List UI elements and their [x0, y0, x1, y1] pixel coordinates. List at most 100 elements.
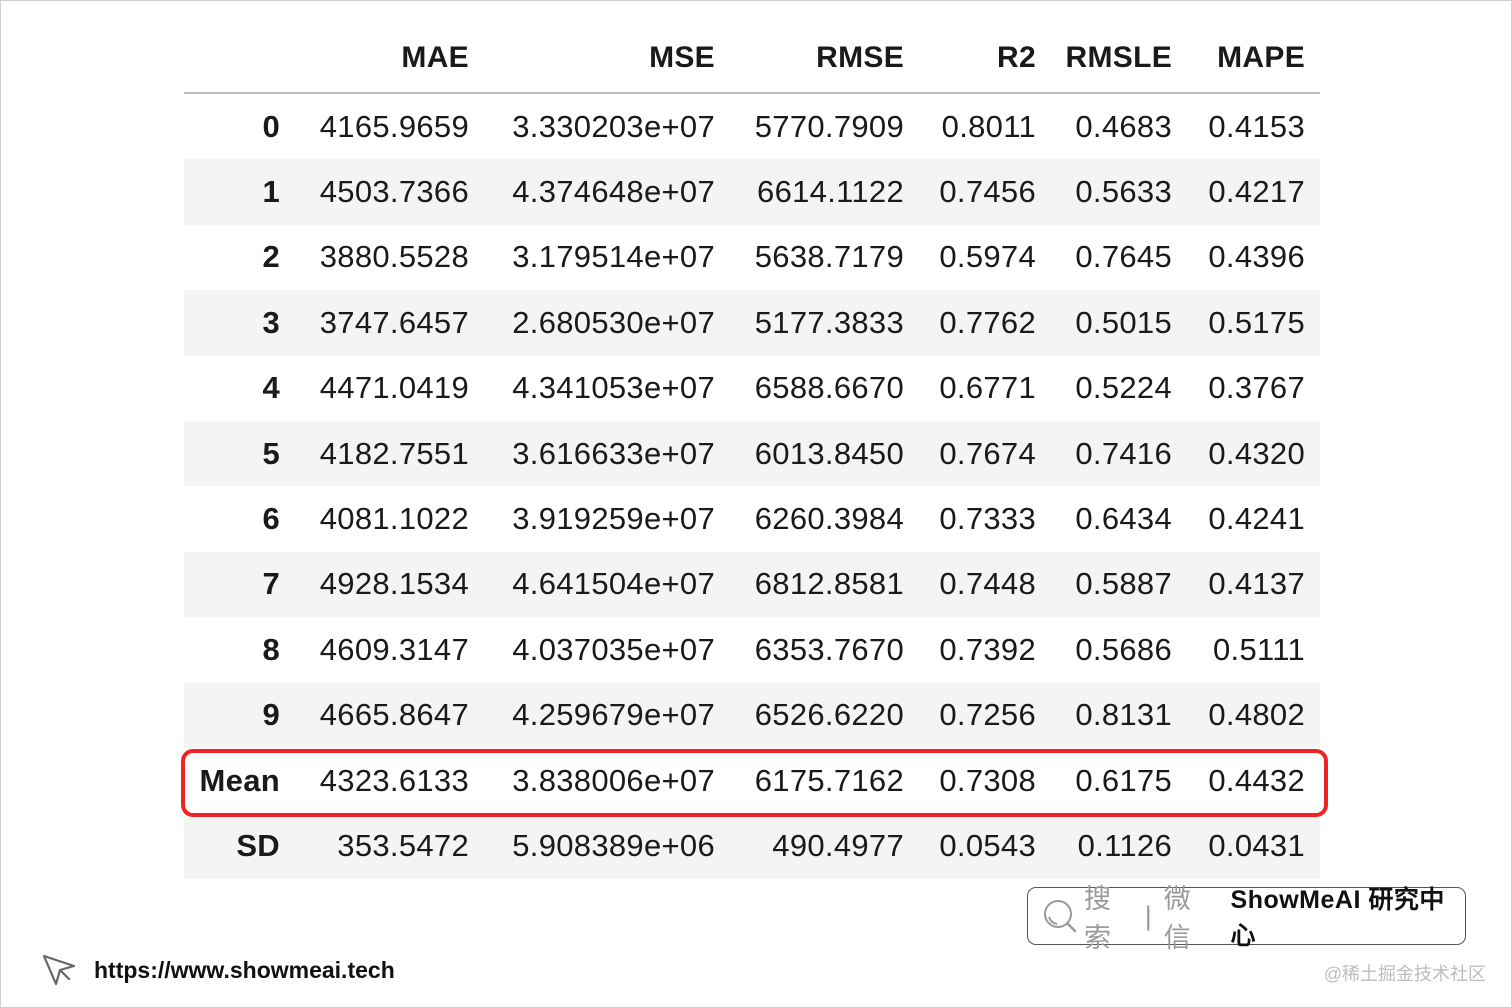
header-rmse: RMSE	[816, 41, 904, 74]
cell-rmse: 6260.3984	[754, 501, 904, 537]
row-index-cell: SD	[236, 827, 280, 863]
row-index-cell: 1	[262, 174, 280, 210]
cell-mae: 353.5472	[337, 827, 469, 863]
cell-r2: 0.5974	[939, 239, 1036, 275]
cell-r2: 0.0543	[939, 827, 1036, 863]
cell-r2: 0.7308	[939, 762, 1036, 798]
cell-mse: 3.919259e+07	[512, 501, 715, 537]
cell-r2: 0.6771	[939, 370, 1036, 406]
cell-mse: 4.341053e+07	[512, 370, 715, 406]
results-table: MAE MSE RMSE R2 RMSLE MAPE 0 4165.9659 3.3…	[184, 24, 1320, 879]
cell-mape: 0.4432	[1208, 762, 1305, 798]
cell-mse: 4.037035e+07	[512, 631, 715, 667]
footer-url[interactable]: https://www.showmeai.tech	[94, 957, 395, 984]
cell-mae: 4182.7551	[319, 435, 469, 471]
brand-label: ShowMeAI 研究中心	[1230, 886, 1445, 950]
cell-mae: 4665.8647	[319, 697, 469, 733]
cell-rmsle: 0.5015	[1075, 304, 1172, 340]
search-icon	[1044, 900, 1077, 933]
cell-rmsle: 0.5887	[1075, 566, 1172, 602]
cell-rmse: 490.4977	[772, 827, 904, 863]
cell-rmse: 5177.3833	[754, 304, 904, 340]
cell-mape: 0.0431	[1208, 827, 1305, 863]
cell-mse: 2.680530e+07	[512, 304, 715, 340]
cell-mape: 0.4241	[1208, 501, 1305, 537]
cell-mape: 0.3767	[1208, 370, 1305, 406]
cell-mse: 3.616633e+07	[512, 435, 715, 471]
cell-r2: 0.7456	[939, 174, 1036, 210]
table-row: Mean 4323.6133 3.838006e+07 6175.7162 0.7308…	[184, 748, 1320, 813]
table-row: 1 4503.7366 4.374648e+07 6614.1122 0.7456 0.5…	[184, 159, 1320, 225]
cell-r2: 0.7674	[939, 435, 1036, 471]
table-body: 0 4165.9659 3.330203e+07 5770.7909 0.8011 0.4…	[184, 94, 1320, 879]
search-label: 搜索	[1084, 884, 1112, 953]
cell-mse: 4.641504e+07	[512, 566, 715, 602]
cell-rmse: 5638.7179	[754, 239, 904, 275]
row-index-cell: 0	[262, 108, 280, 144]
cell-rmse: 5770.7909	[754, 108, 904, 144]
header-mae: MAE	[401, 41, 469, 74]
header-rmsle: RMSLE	[1065, 41, 1172, 74]
footer-link[interactable]: https://www.showmeai.tech	[40, 950, 395, 990]
cell-r2: 0.7256	[939, 697, 1036, 733]
row-index-cell: Mean	[199, 762, 280, 798]
cell-mape: 0.4153	[1208, 108, 1305, 144]
row-index-cell: 4	[262, 370, 280, 406]
cell-rmsle: 0.5633	[1075, 174, 1172, 210]
cell-mae: 4503.7366	[319, 174, 469, 210]
table-header-row: MAE MSE RMSE R2 RMSLE MAPE	[184, 24, 1320, 94]
cell-r2: 0.7392	[939, 631, 1036, 667]
credit-watermark: @稀土掘金技术社区	[1323, 964, 1486, 984]
badge-separator: |	[1144, 900, 1152, 931]
row-index-cell: 8	[262, 631, 280, 667]
cell-mse: 3.330203e+07	[512, 108, 715, 144]
cell-r2: 0.7333	[939, 501, 1036, 537]
cell-rmsle: 0.6175	[1075, 762, 1172, 798]
cell-mape: 0.4320	[1208, 435, 1305, 471]
row-index-cell: 9	[262, 697, 280, 733]
cell-mae: 4609.3147	[319, 631, 469, 667]
table-row: 7 4928.1534 4.641504e+07 6812.8581 0.7448 0.5…	[184, 551, 1320, 618]
cell-mae: 4471.0419	[319, 370, 469, 406]
cell-rmse: 6526.6220	[754, 697, 904, 733]
cell-rmse: 6588.6670	[754, 370, 904, 406]
cell-rmsle: 0.7645	[1075, 239, 1172, 275]
cell-rmse: 6013.8450	[754, 435, 904, 471]
cell-rmsle: 0.5224	[1075, 370, 1172, 406]
search-watermark-badge: 搜索 | 微信 ShowMeAI 研究中心	[1027, 884, 1466, 953]
cell-rmsle: 0.6434	[1075, 501, 1172, 537]
table-row: 5 4182.7551 3.616633e+07 6013.8450 0.7674 0.7…	[184, 420, 1320, 487]
cell-mse: 4.259679e+07	[512, 697, 715, 733]
table-row: 6 4081.1022 3.919259e+07 6260.3984 0.7333 0.6…	[184, 486, 1320, 551]
header-mape: MAPE	[1217, 41, 1305, 74]
cell-mse: 5.908389e+06	[512, 827, 715, 863]
cell-mae: 4323.6133	[319, 762, 469, 798]
cell-mape: 0.5111	[1212, 631, 1305, 667]
cell-rmsle: 0.1126	[1077, 827, 1172, 863]
cursor-pointer-icon	[42, 954, 76, 986]
cell-rmsle: 0.7416	[1075, 435, 1172, 471]
cell-mape: 0.4802	[1208, 697, 1305, 733]
cell-mse: 3.838006e+07	[512, 762, 715, 798]
cell-rmse: 6175.7162	[754, 762, 904, 798]
cell-mape: 0.4396	[1208, 239, 1305, 275]
cell-mse: 4.374648e+07	[512, 174, 715, 210]
row-index-cell: 3	[262, 304, 280, 340]
table-row: 2 3880.5528 3.179514e+07 5638.7179 0.5974 0.7…	[184, 225, 1320, 290]
cell-rmsle: 0.4683	[1075, 108, 1172, 144]
cell-r2: 0.8011	[941, 108, 1036, 144]
cell-r2: 0.7762	[939, 304, 1036, 340]
cell-rmsle: 0.5686	[1075, 631, 1172, 667]
cell-r2: 0.7448	[939, 566, 1036, 602]
row-index-cell: 5	[262, 435, 280, 471]
table-row: 0 4165.9659 3.330203e+07 5770.7909 0.8011 0.4…	[184, 94, 1320, 159]
cell-mae: 4165.9659	[319, 108, 469, 144]
cell-rmse: 6812.8581	[754, 566, 904, 602]
row-index-cell: 7	[262, 566, 280, 602]
cell-mape: 0.4137	[1208, 566, 1305, 602]
table-row: 4 4471.0419 4.341053e+07 6588.6670 0.6771 0.5…	[184, 356, 1320, 421]
table-row: 8 4609.3147 4.037035e+07 6353.7670 0.7392 0.5…	[184, 617, 1320, 682]
cell-mape: 0.4217	[1208, 174, 1305, 210]
header-index-cell	[184, 24, 280, 92]
cell-mae: 3880.5528	[319, 239, 469, 275]
